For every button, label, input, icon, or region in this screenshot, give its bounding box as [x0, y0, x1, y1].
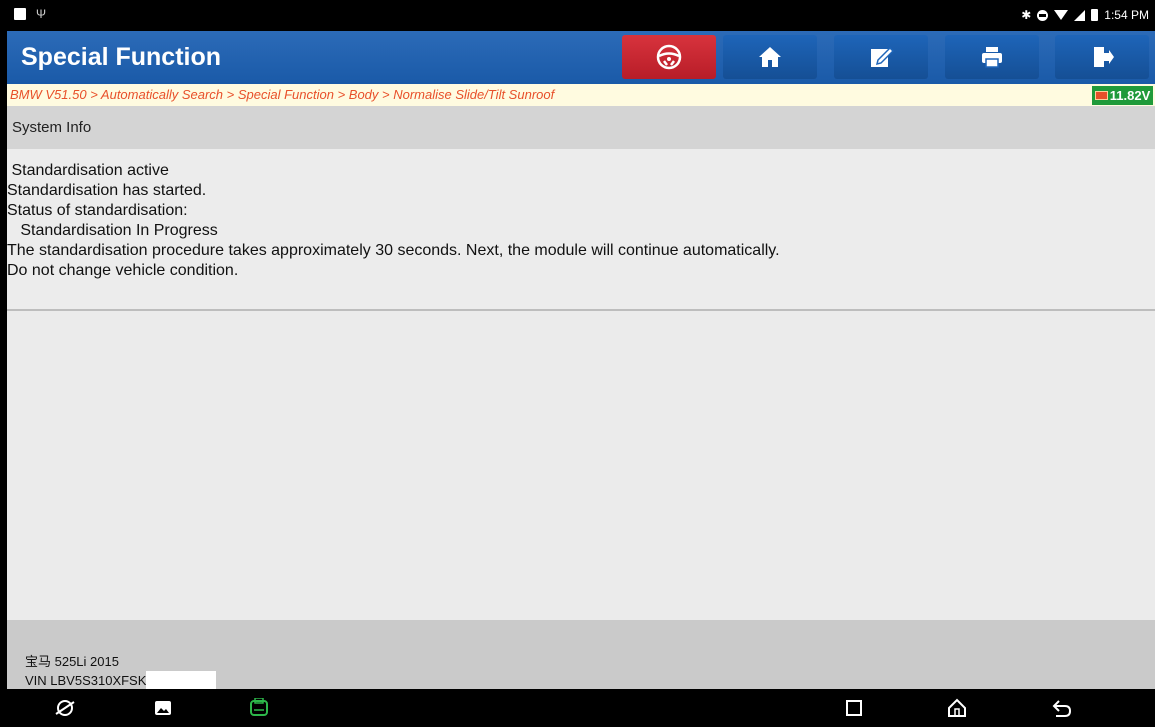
battery-voltage-badge: 11.82V [1092, 86, 1153, 105]
section-header: System Info [7, 106, 1155, 149]
vehicle-model: 宝马 525Li 2015 [25, 654, 119, 669]
section-title: System Info [12, 119, 92, 136]
usb-icon: Ψ [36, 7, 47, 21]
message-line: Standardisation has started. [7, 182, 207, 199]
vci-icon[interactable] [248, 698, 270, 718]
page-title: Special Function [21, 43, 222, 71]
message-line: Status of standardisation: [7, 202, 188, 219]
home-icon [759, 47, 781, 67]
image-notification-icon [14, 8, 26, 20]
browser-icon[interactable] [54, 698, 76, 718]
vehicle-info-footer: 宝马 525Li 2015 VIN LBV5S310XFSK [7, 620, 1155, 689]
home-nav-icon[interactable] [946, 698, 968, 718]
do-not-disturb-icon [1037, 9, 1049, 21]
status-time: 1:54 PM [1104, 8, 1149, 22]
title-bar: Special Function [7, 31, 1155, 84]
remote-diagnosis-button[interactable] [622, 35, 716, 79]
app-window: Special Function BMW V51.50 > Automatica… [7, 31, 1155, 689]
vehicle-vin: VIN LBV5S310XFSK [25, 671, 217, 689]
navigation-bar [0, 689, 1155, 727]
remote-diagnosis-icon [656, 44, 682, 70]
edit-report-icon [871, 46, 894, 67]
edit-report-button[interactable] [834, 35, 928, 79]
print-icon [982, 47, 1002, 68]
print-button[interactable] [945, 35, 1039, 79]
home-button[interactable] [723, 35, 817, 79]
breadcrumb: BMW V51.50 > Automatically Search > Spec… [10, 87, 555, 102]
voltage-value: 11.82V [1109, 88, 1151, 103]
status-bar: Ψ ✱ 1:54 PM [0, 0, 1155, 31]
wifi-icon [1054, 10, 1069, 20]
message-line: Standardisation active [7, 162, 169, 179]
car-battery-icon [1094, 91, 1108, 100]
signal-icon [1074, 9, 1086, 21]
exit-button[interactable] [1055, 35, 1149, 79]
gallery-icon[interactable] [152, 698, 174, 718]
recents-icon[interactable] [843, 698, 865, 718]
back-icon[interactable] [1051, 698, 1073, 718]
exit-icon [1094, 47, 1114, 67]
breadcrumb-bar: BMW V51.50 > Automatically Search > Spec… [7, 84, 1155, 106]
message-panel: Standardisation active Standardisation h… [7, 149, 1155, 311]
battery-icon [1091, 9, 1099, 21]
message-line: The standardisation procedure takes appr… [7, 242, 780, 259]
bluetooth-icon: ✱ [1021, 8, 1032, 22]
message-line: Do not change vehicle condition. [7, 262, 239, 279]
vin-text: VIN LBV5S310XFSK [25, 673, 147, 688]
vin-redaction [146, 671, 217, 689]
message-line: Standardisation In Progress [7, 222, 218, 239]
